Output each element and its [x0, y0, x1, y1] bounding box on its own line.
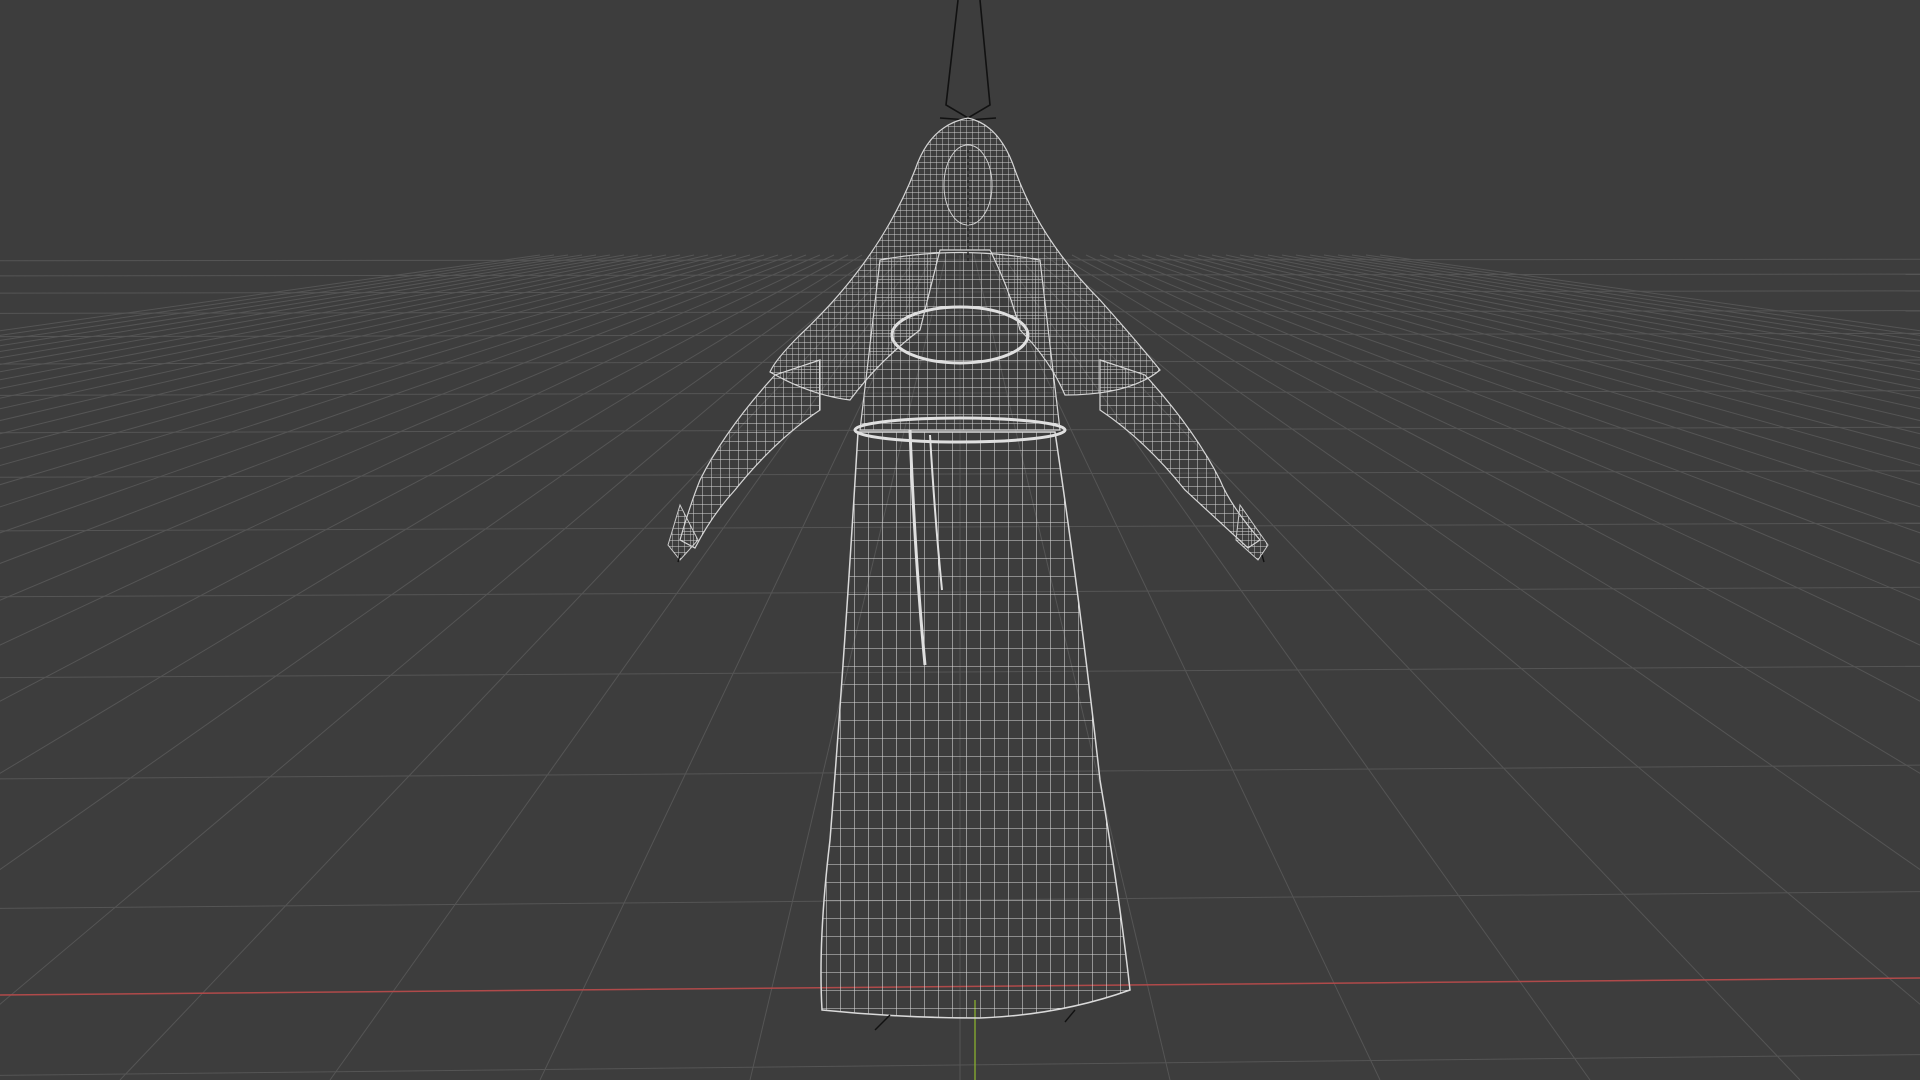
grid-line	[0, 254, 751, 466]
grid-line	[1225, 254, 1920, 410]
3d-viewport[interactable]	[0, 0, 1920, 1080]
grid-line	[1323, 254, 1920, 352]
grid-line	[0, 254, 667, 390]
grid-line	[0, 254, 807, 564]
right-hand	[1235, 503, 1269, 561]
grid-line	[0, 254, 849, 702]
left-arm	[679, 359, 821, 549]
grid-line	[0, 254, 583, 347]
robed-figure-mesh	[667, 0, 1269, 1031]
grid-line	[1169, 254, 1920, 466]
grid-line	[0, 254, 765, 486]
grid-line	[0, 254, 821, 601]
grid-line	[1267, 254, 1920, 381]
grid-line	[1239, 254, 1920, 399]
viewport-canvas[interactable]	[0, 0, 1920, 1080]
grid-line	[0, 254, 835, 646]
grid-line	[1281, 254, 1920, 373]
grid-line	[1337, 254, 1920, 347]
grid-line	[0, 254, 863, 774]
grid-line	[0, 254, 779, 508]
grid-line	[0, 254, 597, 352]
grid-line	[1253, 254, 1920, 390]
grid-line	[0, 254, 639, 373]
grid-line	[0, 254, 737, 450]
grid-line	[0, 254, 541, 332]
grid-line	[0, 254, 653, 381]
grid-line	[1183, 254, 1920, 450]
grid-line	[0, 254, 681, 399]
armature-rig	[939, 0, 997, 121]
grid-line	[0, 254, 555, 336]
grid-line	[0, 254, 695, 410]
robe-skirt	[820, 431, 1131, 1019]
